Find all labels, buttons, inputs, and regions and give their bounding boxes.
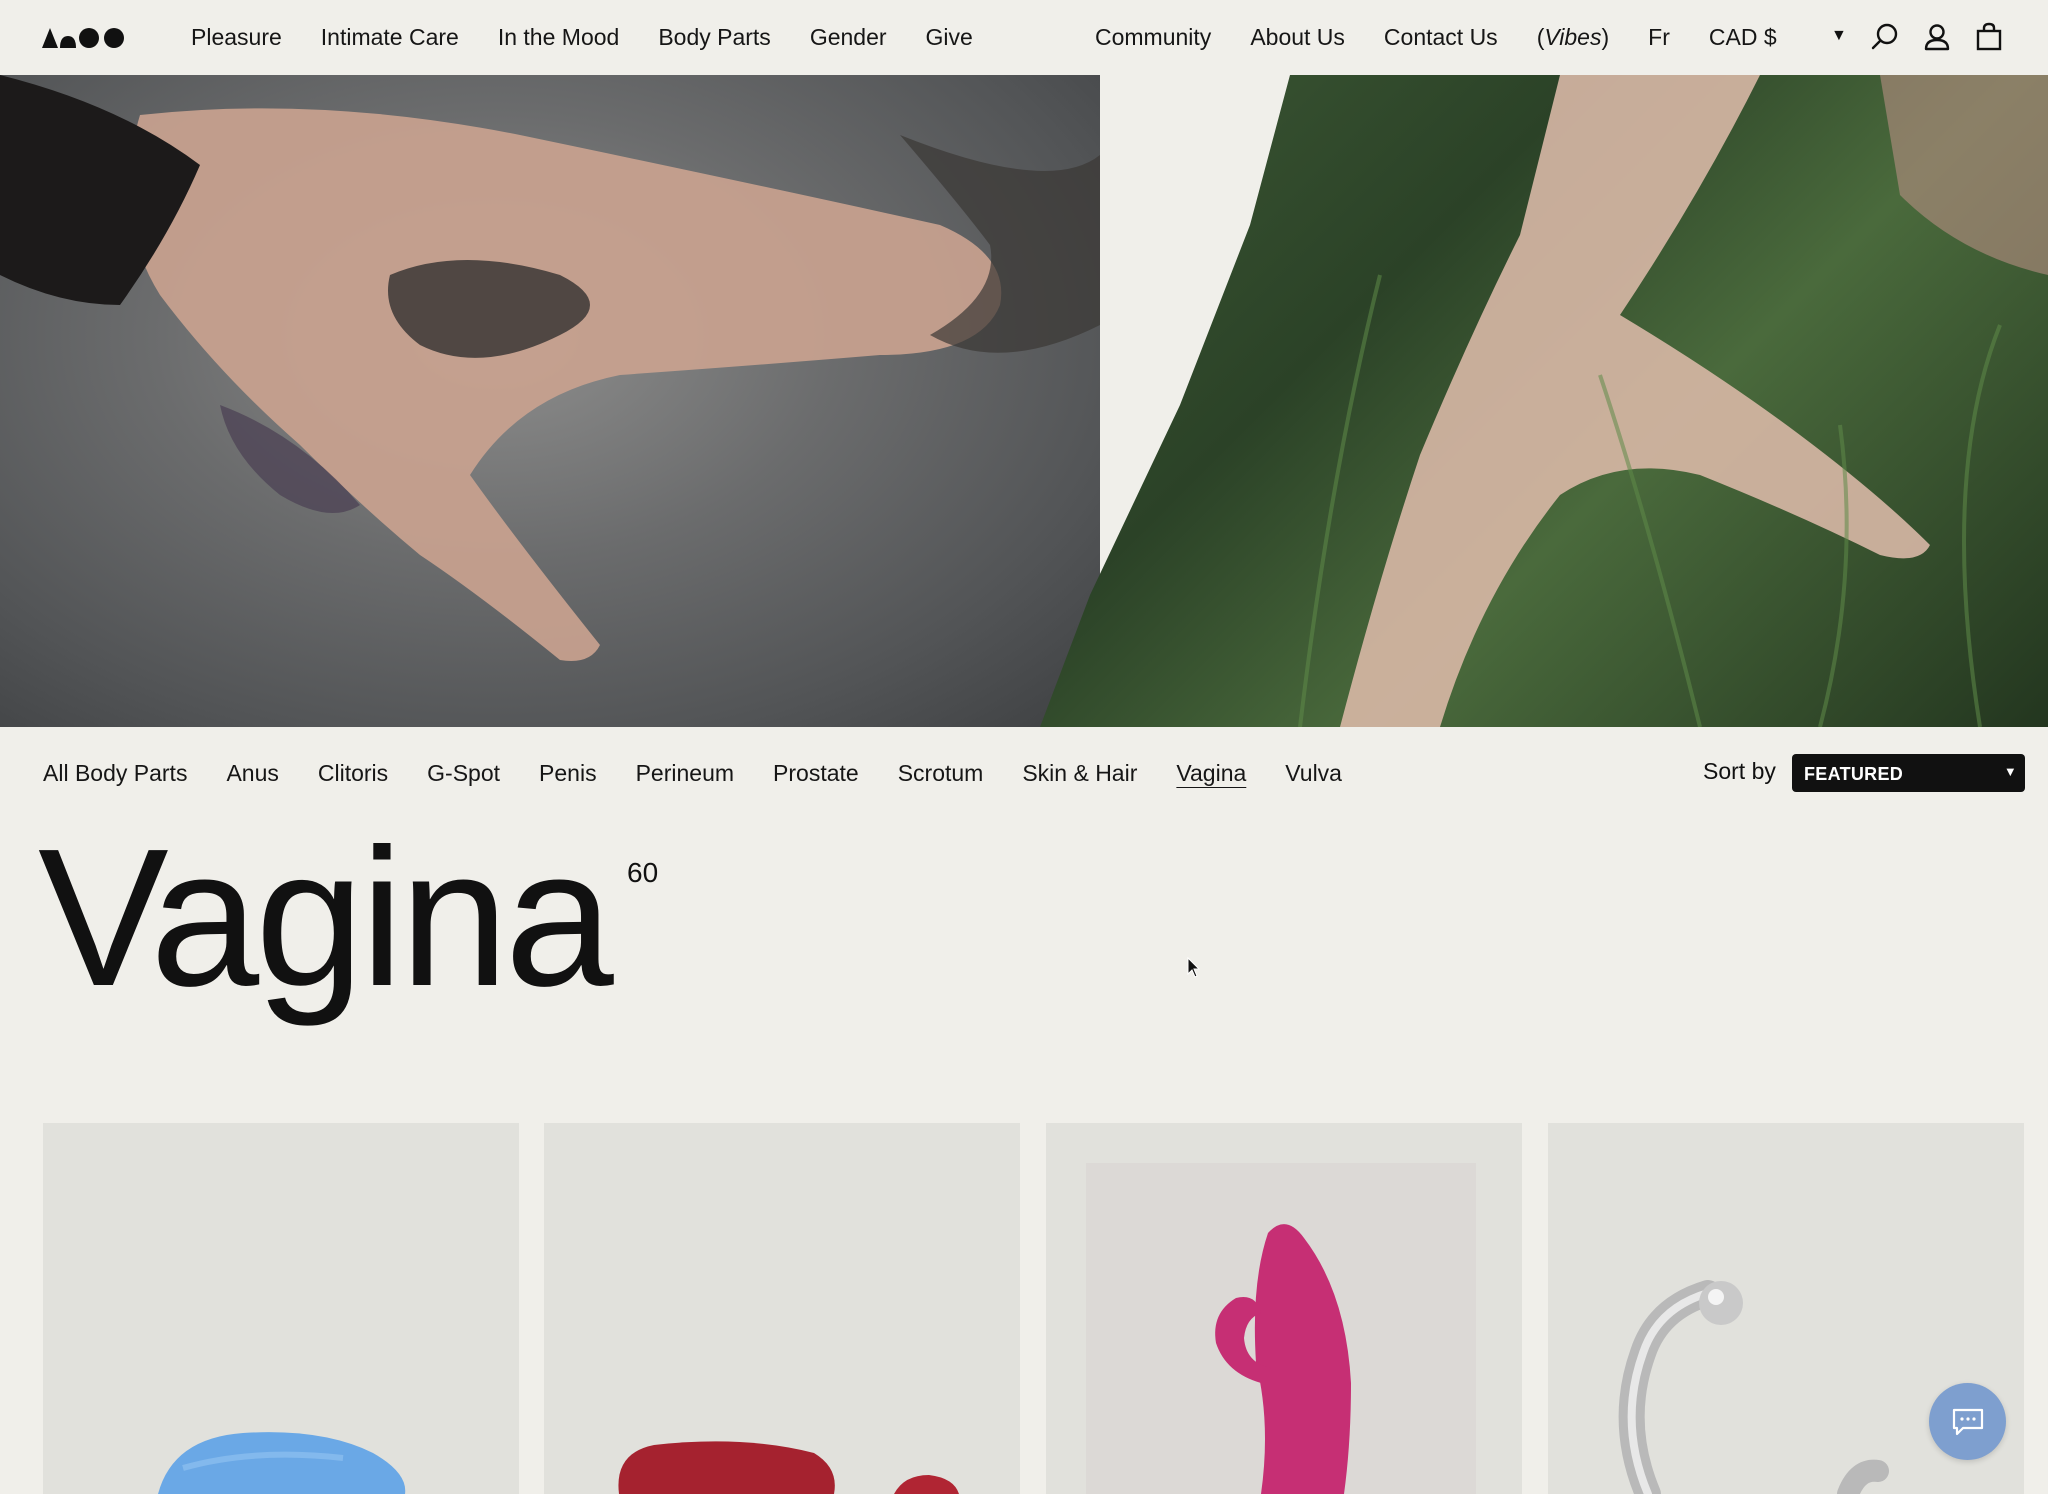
hero-water-image [0,75,1100,727]
hero-banner [0,75,2048,727]
nav-in-the-mood[interactable]: In the Mood [498,24,619,51]
filter-penis[interactable]: Penis [539,760,597,787]
body-part-filters: All Body Parts Anus Clitoris G-Spot Peni… [43,755,1342,791]
currency-selector[interactable]: CAD $ [1709,24,1777,51]
mouse-cursor-icon [1187,957,1201,978]
brand-logo[interactable] [42,26,128,50]
filter-prostate[interactable]: Prostate [773,760,859,787]
top-navigation: Pleasure Intimate Care In the Mood Body … [0,0,2048,75]
filter-scrotum[interactable]: Scrotum [898,760,984,787]
filter-anus[interactable]: Anus [226,760,278,787]
currency-caret-icon[interactable]: ▼ [1831,27,1847,45]
filter-clitoris[interactable]: Clitoris [318,760,388,787]
language-toggle[interactable]: Fr [1648,24,1670,51]
nav-pleasure[interactable]: Pleasure [191,24,282,51]
product-card[interactable] [544,1123,1020,1494]
product-card[interactable] [1046,1123,1522,1494]
nav-about-us[interactable]: About Us [1250,24,1345,51]
sort-dropdown[interactable]: FEATURED ▼ [1792,754,2025,792]
filter-g-spot[interactable]: G-Spot [427,760,500,787]
product-card[interactable] [43,1123,519,1494]
nav-vibes[interactable]: (Vibes) [1537,24,1609,51]
filter-skin-hair[interactable]: Skin & Hair [1022,760,1137,787]
secondary-nav: Community About Us Contact Us (Vibes) Fr… [1095,0,1777,75]
product-count: 60 [627,857,659,888]
chat-bubble-icon [1952,1408,1983,1435]
account-icon[interactable] [1922,22,1952,52]
nav-gender[interactable]: Gender [810,24,887,51]
page-title: Vagina [38,808,614,1027]
hero-figure-illustration [0,75,1100,662]
nav-contact-us[interactable]: Contact Us [1384,24,1498,51]
filter-vagina[interactable]: Vagina [1176,760,1246,787]
filter-perineum[interactable]: Perineum [636,760,734,787]
vibes-label: Vibes [1544,24,1602,50]
filter-vulva[interactable]: Vulva [1285,760,1342,787]
primary-nav: Pleasure Intimate Care In the Mood Body … [191,0,973,75]
product-image-blue-vibrator [158,1432,406,1494]
nav-give[interactable]: Give [926,24,973,51]
chat-button[interactable] [1929,1383,2006,1460]
nav-intimate-care[interactable]: Intimate Care [321,24,459,51]
nav-body-parts[interactable]: Body Parts [658,24,771,51]
product-image-pink-rabbit-vibrator [1086,1163,1476,1494]
sort-label: Sort by [1703,758,1776,784]
search-icon[interactable] [1870,22,1900,52]
product-image-red-vibrator [618,1441,959,1494]
hero-arm-illustration [1298,75,2048,727]
filter-all-body-parts[interactable]: All Body Parts [43,760,187,787]
chevron-down-icon: ▼ [2003,764,2017,779]
cart-icon[interactable] [1974,22,2004,52]
nav-community[interactable]: Community [1095,24,1211,51]
sort-value: FEATURED [1804,764,1904,784]
hero-grass-image [1040,75,2048,727]
